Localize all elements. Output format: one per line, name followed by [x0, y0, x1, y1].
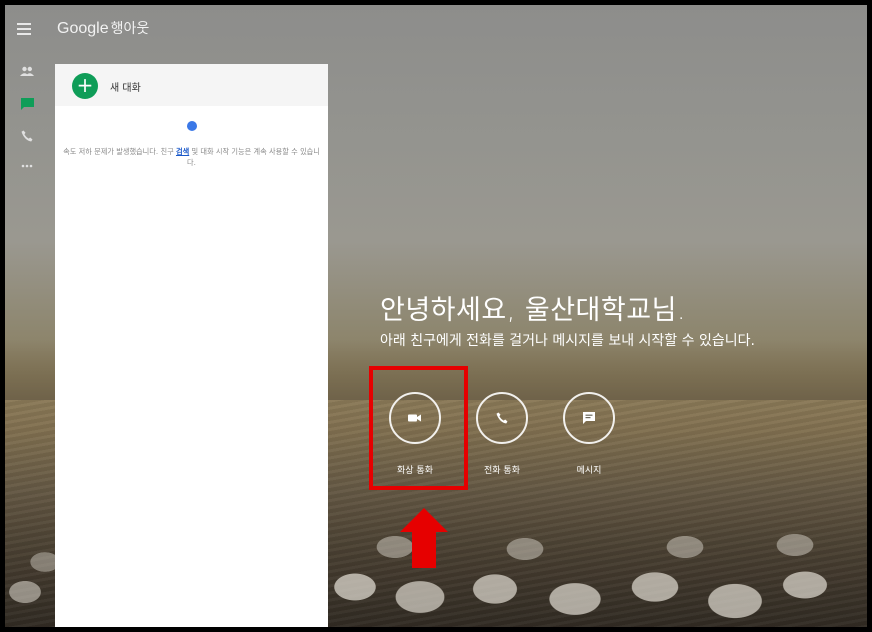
- greeting-title: 안녕하세요, 울산대학교님.: [380, 295, 686, 326]
- hamburger-menu-icon[interactable]: [17, 23, 31, 35]
- slowdown-warning: 속도 저하 문제가 발생했습니다. 친구 검색 및 대화 시작 기능은 계속 사…: [59, 146, 324, 168]
- warning-text-after: 및 대화 시작 기능은 계속 사용할 수 있습니다.: [187, 147, 320, 167]
- message-icon: [583, 412, 595, 424]
- new-conversation-label[interactable]: 새 대화: [110, 79, 141, 94]
- chat-icon[interactable]: [17, 95, 37, 113]
- warning-text-before: 속도 저하 문제가 발생했습니다. 친구: [63, 147, 176, 156]
- phone-icon[interactable]: [17, 127, 37, 145]
- phone-icon: [496, 412, 508, 424]
- more-icon[interactable]: [17, 157, 37, 175]
- highlight-box: [369, 366, 468, 490]
- message-button[interactable]: [563, 392, 615, 444]
- background-sheep-left: [5, 537, 60, 627]
- new-conversation-button[interactable]: +: [72, 73, 98, 99]
- voice-call-label[interactable]: 전화 통화: [467, 463, 537, 476]
- contacts-icon[interactable]: [17, 62, 37, 80]
- conversation-panel: + 새 대화 속도 저하 문제가 발생했습니다. 친구 검색 및 대화 시작 기…: [55, 64, 328, 627]
- app-brand: Google 행아웃: [57, 18, 149, 38]
- brand-google: Google: [57, 20, 109, 37]
- red-arrow-icon: [400, 508, 448, 568]
- brand-hangouts: 행아웃: [110, 21, 150, 37]
- search-link[interactable]: 검색: [176, 147, 189, 156]
- loading-dot: [187, 121, 197, 131]
- voice-call-button[interactable]: [476, 392, 528, 444]
- new-conversation-row[interactable]: + 새 대화: [55, 64, 328, 106]
- greeting-subtitle: 아래 친구에게 전화를 걸거나 메시지를 보내 시작할 수 있습니다.: [380, 333, 755, 349]
- message-label[interactable]: 메시지: [554, 463, 624, 476]
